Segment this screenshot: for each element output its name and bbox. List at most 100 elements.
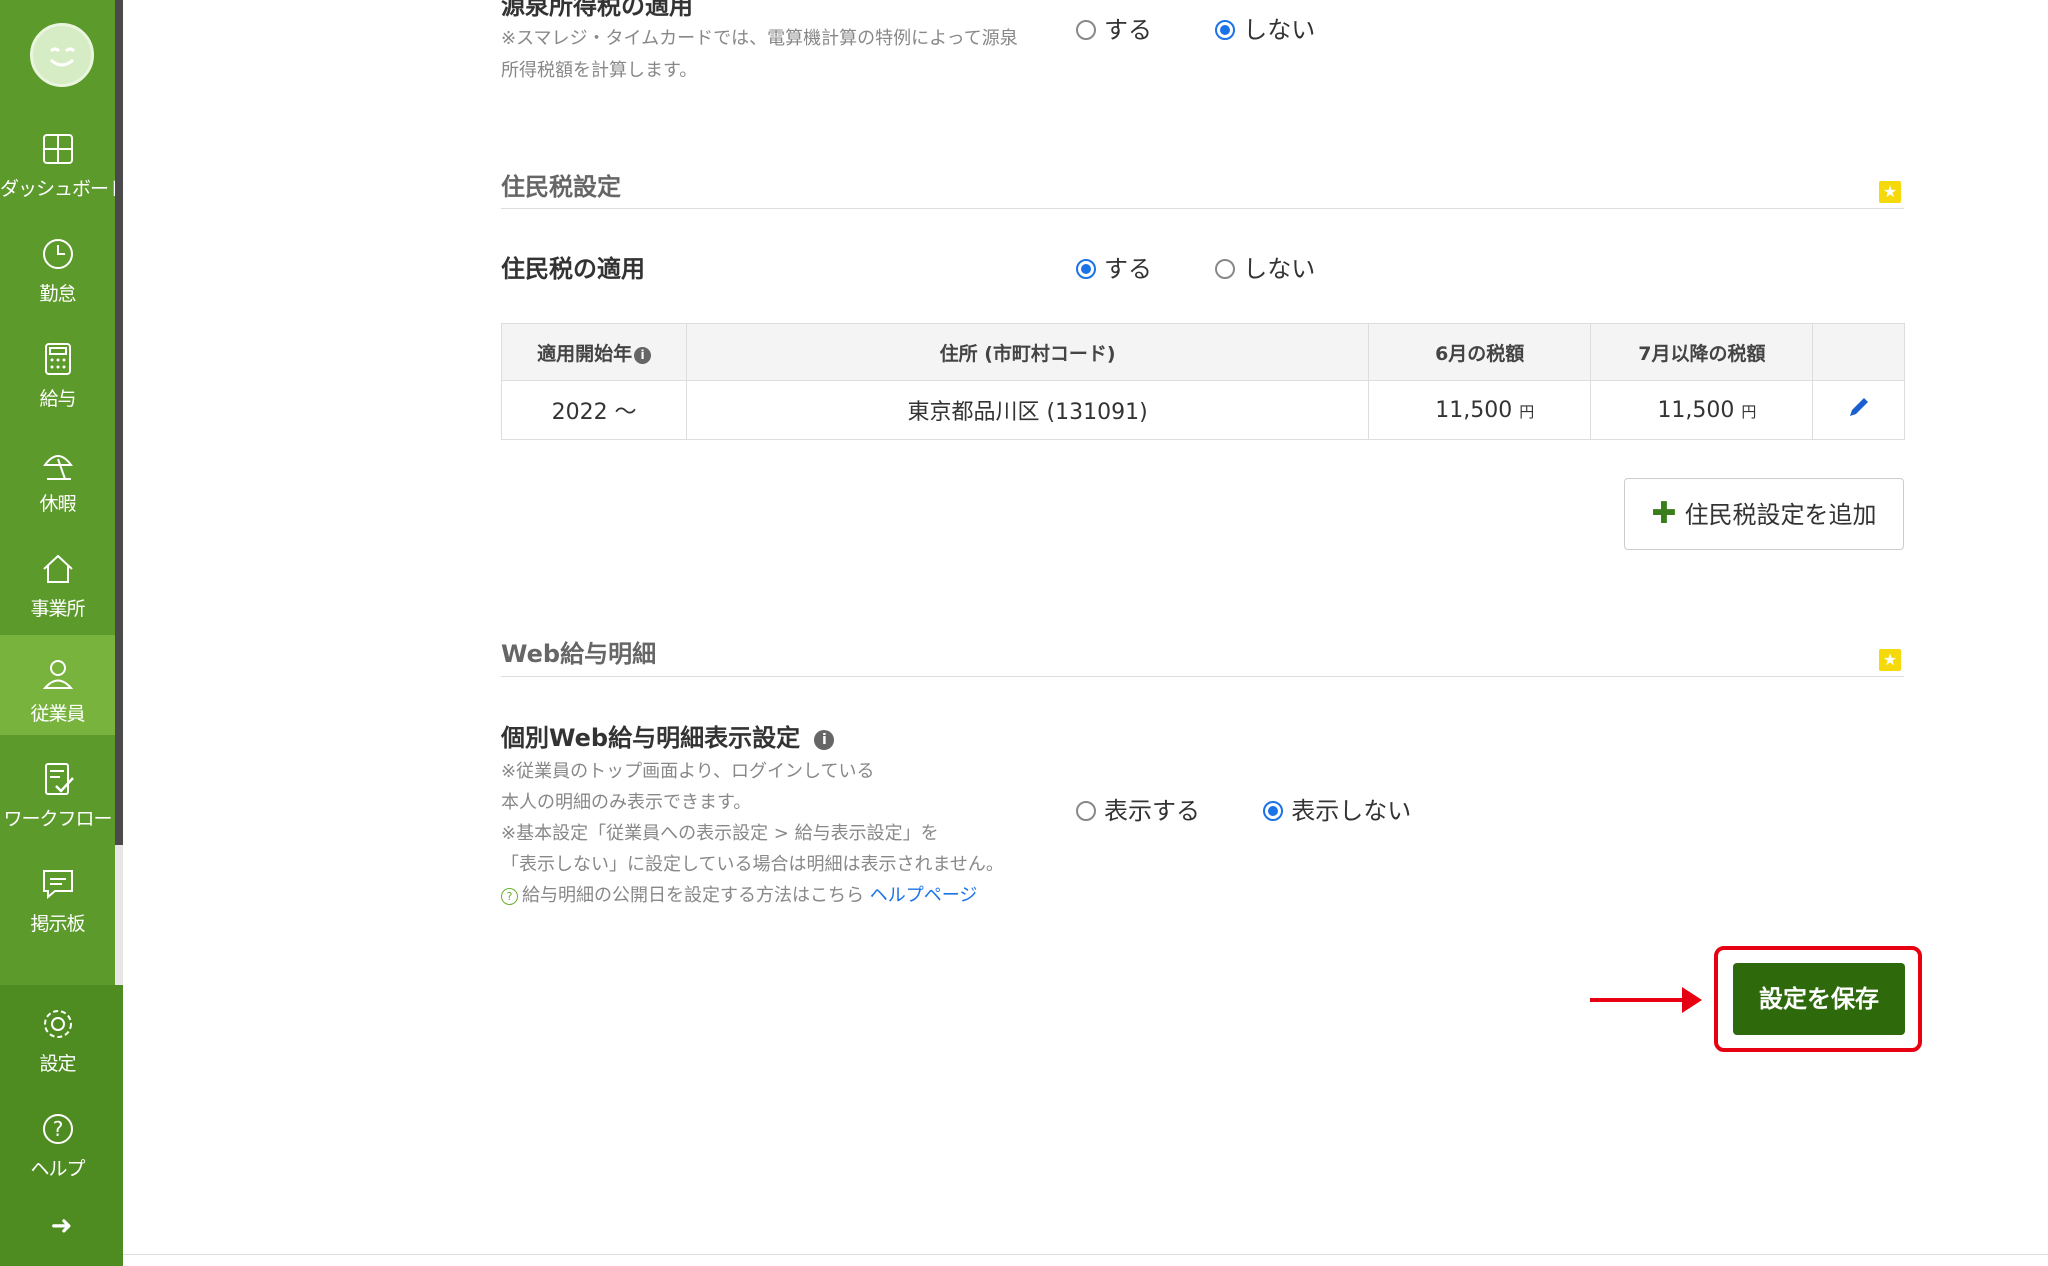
checklist-icon	[45, 763, 74, 795]
calculator-icon	[45, 343, 71, 375]
gear-icon	[44, 1010, 72, 1038]
cell-july-tax: 11,500 円	[1590, 380, 1814, 440]
withholding-yes-label: する	[1104, 16, 1152, 44]
withholding-radio-group: する しない	[1076, 10, 1315, 45]
arrow-right-icon[interactable]: ➜	[0, 1211, 123, 1241]
sidebar-item-label: 従業員	[30, 703, 85, 725]
resident-tax-label: 住民税の適用	[501, 255, 645, 283]
radio-button[interactable]	[1076, 20, 1096, 40]
column-start-year: 適用開始年	[537, 342, 633, 365]
resident-tax-radio-group: する しない	[1076, 249, 1315, 284]
radio-button-selected[interactable]	[1076, 259, 1096, 279]
sidebar-item-employees[interactable]: 従業員	[0, 635, 115, 735]
withholding-no-label: しない	[1243, 16, 1316, 44]
sidebar-item-label: ヘルプ	[30, 1158, 85, 1180]
footer-divider	[123, 1254, 2048, 1255]
star-icon[interactable]: ★	[1879, 649, 1901, 671]
sidebar-item-label: 勤怠	[39, 283, 76, 305]
web-payslip-note-1: ※従業員のトップ画面より、ログインしている	[501, 761, 875, 782]
clock-icon	[43, 239, 73, 269]
sidebar-scroll-track	[115, 845, 123, 985]
sidebar: ダッシュボード 勤怠 給与 休暇 事業所 従業員 ワークフロー 掲示板 設定 ?…	[0, 0, 127, 1266]
avatar[interactable]	[30, 23, 94, 87]
sidebar-item-office[interactable]: 事業所	[0, 530, 115, 630]
table-header-row: 適用開始年 i 住所 (市町村コード) 6月の税額 7月以降の税額	[500, 323, 1905, 381]
info-icon[interactable]: i	[634, 346, 652, 364]
table-row: 2022 〜 東京都品川区 (131091) 11,500 円 11,500 円	[500, 380, 1905, 440]
sidebar-item-label: 休暇	[39, 493, 76, 515]
home-icon	[43, 554, 73, 583]
svg-text:?: ?	[53, 1117, 64, 1141]
yen-unit: 円	[1741, 402, 1757, 421]
sidebar-item-workflow[interactable]: ワークフロー	[0, 740, 115, 840]
section-divider	[501, 676, 1904, 677]
sidebar-item-label: 設定	[39, 1053, 76, 1075]
plus-icon: ✚	[1651, 496, 1677, 531]
radio-button[interactable]	[1076, 801, 1096, 821]
section-divider	[501, 208, 1904, 209]
sidebar-item-settings[interactable]: 設定	[0, 985, 115, 1085]
annotation-arrow-head	[1682, 987, 1702, 1013]
person-icon	[42, 660, 74, 689]
sidebar-bottom: 設定 ? ヘルプ ➜	[0, 985, 123, 1266]
sidebar-item-label: 給与	[39, 388, 76, 410]
help-icon: ?	[43, 1114, 73, 1144]
sidebar-item-label: ダッシュボード	[0, 178, 127, 200]
resident-tax-no-label: しない	[1243, 255, 1316, 283]
sidebar-scrollbar[interactable]	[115, 0, 123, 845]
web-payslip-note-3: ※基本設定「従業員への表示設定 > 給与表示設定」を	[501, 823, 939, 844]
sidebar-item-payroll[interactable]: 給与	[0, 320, 115, 420]
sidebar-item-dashboard[interactable]: ダッシュボード	[0, 110, 127, 210]
web-payslip-note-4: 「表示しない」に設定している場合は明細は表示されません。	[501, 854, 1004, 875]
add-resident-tax-label: 住民税設定を追加	[1684, 501, 1877, 529]
web-payslip-help-row: ? 給与明細の公開日を設定する方法はこちら ヘルプページ	[501, 881, 977, 907]
table-header: 7月以降の税額	[1590, 323, 1814, 381]
cell-june-tax: 11,500 円	[1368, 380, 1592, 440]
web-payslip-label: 個別Web給与明細表示設定	[501, 724, 801, 752]
withholding-yes-option[interactable]: する	[1076, 16, 1152, 44]
sidebar-item-label: 掲示板	[30, 913, 85, 935]
resident-tax-yes-option[interactable]: する	[1076, 255, 1152, 283]
withholding-no-option[interactable]: しない	[1215, 16, 1315, 44]
web-payslip-radio-group: 表示する 表示しない	[1076, 791, 1411, 826]
resident-tax-table: 適用開始年 i 住所 (市町村コード) 6月の税額 7月以降の税額 2022 〜 …	[500, 323, 1905, 440]
sidebar-item-help[interactable]: ? ヘルプ	[0, 1090, 115, 1190]
save-settings-button[interactable]: 設定を保存	[1733, 963, 1905, 1035]
help-text: 給与明細の公開日を設定する方法はこちら	[522, 885, 864, 906]
edit-cell	[1812, 380, 1905, 440]
yen-unit: 円	[1519, 402, 1535, 421]
web-payslip-label-row: 個別Web給与明細表示設定 i	[501, 718, 835, 753]
cell-start-year: 2022 〜	[500, 380, 688, 440]
pencil-icon[interactable]	[1846, 394, 1872, 420]
chat-icon	[43, 870, 73, 900]
withholding-title: 源泉所得税の適用	[501, 0, 693, 20]
add-resident-tax-button[interactable]: ✚ 住民税設定を追加	[1624, 478, 1904, 550]
web-payslip-section-title: Web給与明細	[501, 640, 657, 668]
sidebar-item-leave[interactable]: 休暇	[0, 425, 115, 525]
radio-button[interactable]	[1215, 259, 1236, 279]
withholding-note-1: ※スマレジ・タイムカードでは、電算機計算の特例によって源泉	[501, 28, 1018, 49]
table-header: 住所 (市町村コード)	[686, 323, 1370, 381]
sidebar-item-label: 事業所	[30, 598, 85, 620]
dashboard-icon	[43, 134, 73, 164]
radio-button-selected[interactable]	[1263, 801, 1284, 821]
show-label: 表示する	[1104, 797, 1200, 825]
info-icon[interactable]: i	[814, 730, 835, 750]
withholding-note-2: 所得税額を計算します。	[501, 60, 698, 81]
sidebar-item-attendance[interactable]: 勤怠	[0, 215, 115, 315]
table-header: 適用開始年 i	[500, 323, 688, 381]
sidebar-item-label: ワークフロー	[3, 808, 112, 830]
july-amount: 11,500	[1657, 397, 1735, 423]
cell-address: 東京都品川区 (131091)	[686, 380, 1370, 440]
sidebar-item-bulletin[interactable]: 掲示板	[0, 845, 115, 945]
hide-option[interactable]: 表示しない	[1263, 797, 1411, 825]
star-icon[interactable]: ★	[1879, 181, 1901, 203]
radio-button-selected[interactable]	[1215, 20, 1236, 40]
help-page-link[interactable]: ヘルプページ	[870, 885, 978, 906]
resident-tax-no-option[interactable]: しない	[1215, 255, 1315, 283]
annotation-arrow	[1590, 998, 1682, 1002]
table-header-empty	[1812, 323, 1905, 381]
show-option[interactable]: 表示する	[1076, 797, 1200, 825]
resident-tax-yes-label: する	[1104, 255, 1152, 283]
parasol-icon	[43, 455, 73, 480]
